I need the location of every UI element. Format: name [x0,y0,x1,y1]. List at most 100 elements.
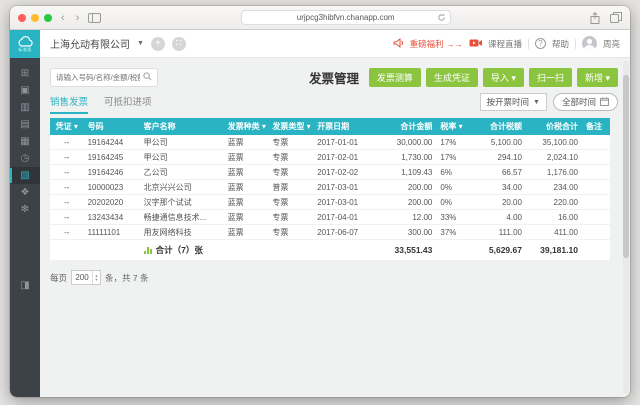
close-window-button[interactable] [18,14,26,22]
table-row[interactable]: --10000023北京兴兴公司蓝票普票2017-03-01200.000%34… [50,180,610,195]
table-cell: 汉字那个试试 [140,197,224,208]
table-cell: 2017-02-01 [313,153,375,162]
tab-1[interactable]: 销售发票 [50,94,88,114]
tabs-overview-icon[interactable] [610,12,622,23]
table-cell: 4.00 [470,213,526,222]
zoom-window-button[interactable] [44,14,52,22]
help-link[interactable]: 帮助 [552,38,569,50]
table-row[interactable]: --19164246乙公司蓝票专票2017-02-021,109.436%66.… [50,165,610,180]
column-header: 备注 [582,121,610,132]
table-cell: -- [50,228,84,237]
minimize-window-button[interactable] [31,14,39,22]
table-cell: 1,109.43 [375,168,437,177]
table-cell: 411.00 [526,228,582,237]
sidebar-bottom-nav: ◨ [10,270,40,294]
table-cell: 19164244 [84,138,140,147]
app-logo[interactable]: 标准版 [10,30,40,58]
table-cell: 2017-03-01 [313,183,375,192]
column-header: 合计税额 [470,121,526,132]
sort-dropdown-label: 按开票时间 [487,96,530,108]
per-page-label: 每页 [50,272,67,284]
table-cell: -- [50,198,84,207]
column-header[interactable]: 税率 ▾ [436,121,470,132]
payroll-icon: ❖ [21,187,30,198]
company-selector[interactable]: 上海允动有限公司 [50,36,130,51]
voucher-icon: ▤ [20,119,29,130]
table-cell: 20.00 [470,198,526,207]
vertical-scrollbar[interactable] [623,61,629,394]
sidebar-item-invoice[interactable]: ▧ [10,167,40,184]
table-cell: 甲公司 [140,137,224,148]
action-button-3[interactable]: 导入 ▾ [483,68,524,87]
sidebar-item-voucher[interactable]: ▤ [10,116,40,133]
table-cell: 0% [436,183,470,192]
table-cell: 10000023 [84,183,140,192]
action-button-5[interactable]: 新增 ▾ [577,68,618,87]
table-cell: 专票 [268,212,313,223]
sidebar-toggle-icon[interactable] [88,13,101,23]
sort-dropdown[interactable]: 按开票时间 ▼ [480,93,547,111]
table-header: 凭证 ▾号码客户名称发票种类 ▾发票类型 ▾开票日期合计金额税率 ▾合计税额价税… [50,118,610,135]
table-cell: 30,000.00 [375,138,437,147]
column-header: 开票日期 [313,121,375,132]
sidebar-item-settings[interactable]: ✻ [10,201,40,218]
reload-icon[interactable] [437,13,446,24]
table-row[interactable]: --20202020汉字那个试试蓝票专票2017-03-01200.000%20… [50,195,610,210]
invoice-tabs: 销售发票可抵扣进项 [50,94,152,114]
sidebar-item-cashier[interactable]: ▣ [10,82,40,99]
avatar[interactable] [582,36,597,51]
table-cell: 16.00 [526,213,582,222]
table-cell: 普票 [268,182,313,193]
calendar-icon [600,97,609,108]
column-header[interactable]: 发票类型 ▾ [268,121,313,132]
desktop-icon: ⊞ [21,68,29,79]
browser-window: ‹ › urjpcg3hibfvn.chanapp.com 标准版 [10,6,630,397]
cashier-icon: ▣ [20,85,29,96]
sidebar-item-period[interactable]: ◷ [10,150,40,167]
table-row[interactable]: --19164244甲公司蓝票专票2017-01-0130,000.0017%5… [50,135,610,150]
divider [528,39,529,49]
back-button[interactable]: ‹ [59,13,67,23]
column-header: 客户名称 [140,121,224,132]
promo-link[interactable]: 重磅福利 →→ [410,38,463,50]
search-icon[interactable] [143,68,152,86]
forward-button[interactable]: › [74,13,82,23]
table-cell: 17% [436,153,470,162]
column-header[interactable]: 发票种类 ▾ [224,121,269,132]
sidebar-item-ledger[interactable]: ▦ [10,133,40,150]
table-row[interactable]: --19164245甲公司蓝票专票2017-02-011,730.0017%29… [50,150,610,165]
scrollbar-thumb[interactable] [623,75,629,258]
search-input[interactable] [56,73,140,82]
user-name[interactable]: 周亮 [603,38,620,50]
add-company-icon[interactable]: + [151,37,165,51]
table-cell: 34.00 [470,183,526,192]
action-button-2[interactable]: 生成凭证 [426,68,478,87]
column-header: 价税合计 [526,121,582,132]
action-button-1[interactable]: 发票测算 [369,68,421,87]
sidebar-item-reports[interactable]: ▥ [10,99,40,116]
tab-2[interactable]: 可抵扣进项 [104,94,152,114]
table-cell: 5,100.00 [470,138,526,147]
sidebar-item-collapse[interactable]: ◨ [10,277,40,294]
app-topbar: 上海允动有限公司 ▼ + ∷ 重磅福利 →→ 课程直播 ? 帮助 [40,30,630,58]
action-button-4[interactable]: 扫一扫 [529,68,572,87]
help-icon[interactable]: ? [535,38,546,49]
column-header[interactable]: 凭证 ▾ [50,121,84,132]
ledger-icon: ▦ [20,136,29,147]
share-icon[interactable] [590,12,600,24]
table-row[interactable]: --13243434畅捷通信息技术...蓝票专票2017-04-0112.003… [50,210,610,225]
chevron-down-icon[interactable]: ▼ [137,40,144,47]
sidebar-item-desktop[interactable]: ⊞ [10,65,40,82]
apps-grid-icon[interactable]: ∷ [172,37,186,51]
table-row[interactable]: --11111101用友网络科技蓝票专票2017-06-07300.0037%1… [50,225,610,240]
per-page-input[interactable] [72,271,92,284]
live-link[interactable]: 课程直播 [488,38,522,50]
table-cell: 234.00 [526,183,582,192]
time-filter-button[interactable]: 全部时间 [553,93,618,111]
table-cell: 0% [436,198,470,207]
address-bar[interactable]: urjpcg3hibfvn.chanapp.com [241,10,451,25]
table-cell: -- [50,168,84,177]
stepper-icons[interactable]: ▲▼ [92,271,100,284]
search-box[interactable] [50,68,158,87]
sidebar-item-payroll[interactable]: ❖ [10,184,40,201]
